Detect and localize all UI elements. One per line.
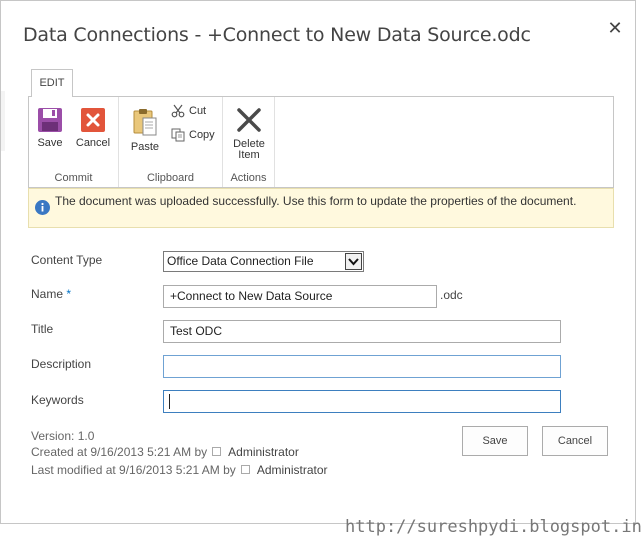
close-icon[interactable]: ✕ — [606, 19, 624, 37]
cancel-icon — [81, 108, 105, 132]
version-text: Version: 1.0 — [31, 429, 95, 443]
scissors-icon — [171, 104, 185, 118]
ribbon-group-label-commit: Commit — [54, 172, 93, 184]
ribbon-copy-label: Copy — [189, 129, 215, 141]
background-strip — [1, 91, 5, 151]
dialog: Data Connections - +Connect to New Data … — [0, 0, 636, 524]
ribbon-delete-label-2: Item — [238, 149, 260, 161]
modified-text: Last modified at 9/16/2013 5:21 AM by — [31, 463, 236, 477]
ribbon-cancel-button[interactable]: Cancel — [75, 107, 111, 149]
ribbon-group-commit: Save Cancel Commit — [29, 97, 119, 187]
dialog-title: Data Connections - +Connect to New Data … — [23, 24, 531, 46]
notice-text: The document was uploaded successfully. … — [55, 194, 577, 208]
name-input[interactable]: +Connect to New Data Source — [163, 285, 437, 308]
ribbon-cut-button[interactable]: Cut — [171, 103, 206, 119]
title-input[interactable]: Test ODC — [163, 320, 561, 343]
ribbon-copy-button[interactable]: Copy — [171, 127, 215, 143]
tab-edit[interactable]: EDIT — [31, 69, 73, 97]
created-by-user[interactable]: Administrator — [228, 445, 299, 459]
ribbon-paste-button[interactable]: Paste — [129, 107, 161, 153]
content-type-label: Content Type — [31, 253, 103, 267]
copy-icon — [171, 128, 185, 142]
ribbon: Save Cancel Commit Paste Cut Copy Clipbo… — [28, 96, 614, 188]
description-input[interactable] — [163, 355, 561, 378]
keywords-input[interactable] — [163, 390, 561, 413]
content-type-value: Office Data Connection File — [167, 254, 314, 268]
modified-line: Last modified at 9/16/2013 5:21 AM by Ad… — [31, 462, 328, 478]
user-presence-icon — [241, 465, 251, 474]
ribbon-group-label-actions: Actions — [230, 172, 267, 184]
user-presence-icon — [212, 447, 222, 456]
ribbon-cancel-label: Cancel — [75, 137, 111, 149]
modified-by-user[interactable]: Administrator — [257, 463, 328, 477]
created-line: Created at 9/16/2013 5:21 AM by Administ… — [31, 444, 299, 460]
ribbon-save-label: Save — [37, 137, 63, 149]
delete-icon — [237, 108, 261, 132]
ribbon-cut-label: Cut — [189, 105, 207, 117]
cancel-button[interactable]: Cancel — [542, 426, 608, 456]
ribbon-save-button[interactable]: Save — [35, 107, 65, 149]
watermark-text: http://sureshpydi.blogspot.in/ — [345, 517, 642, 537]
save-button[interactable]: Save — [462, 426, 528, 456]
ribbon-group-label-clipboard: Clipboard — [146, 172, 195, 184]
required-marker: * — [66, 287, 72, 301]
name-label: Name * — [31, 287, 71, 301]
chevron-down-icon[interactable] — [345, 253, 362, 270]
ribbon-group-clipboard: Paste Cut Copy Clipboard — [119, 97, 223, 187]
ribbon-delete-item-button[interactable]: Delete Item — [229, 107, 269, 161]
created-text: Created at 9/16/2013 5:21 AM by — [31, 445, 208, 459]
save-icon — [38, 108, 62, 132]
ribbon-group-actions: Delete Item Actions — [223, 97, 275, 187]
name-label-text: Name — [31, 287, 64, 301]
ribbon-paste-label: Paste — [130, 141, 160, 153]
upload-notice: The document was uploaded successfully. … — [28, 188, 614, 228]
title-label: Title — [31, 322, 54, 336]
name-suffix: .odc — [440, 288, 463, 302]
text-caret — [169, 394, 170, 409]
keywords-label: Keywords — [31, 393, 84, 407]
info-icon — [35, 200, 50, 215]
paste-icon — [133, 109, 157, 136]
content-type-select[interactable]: Office Data Connection File — [163, 251, 364, 272]
description-label: Description — [31, 357, 92, 371]
